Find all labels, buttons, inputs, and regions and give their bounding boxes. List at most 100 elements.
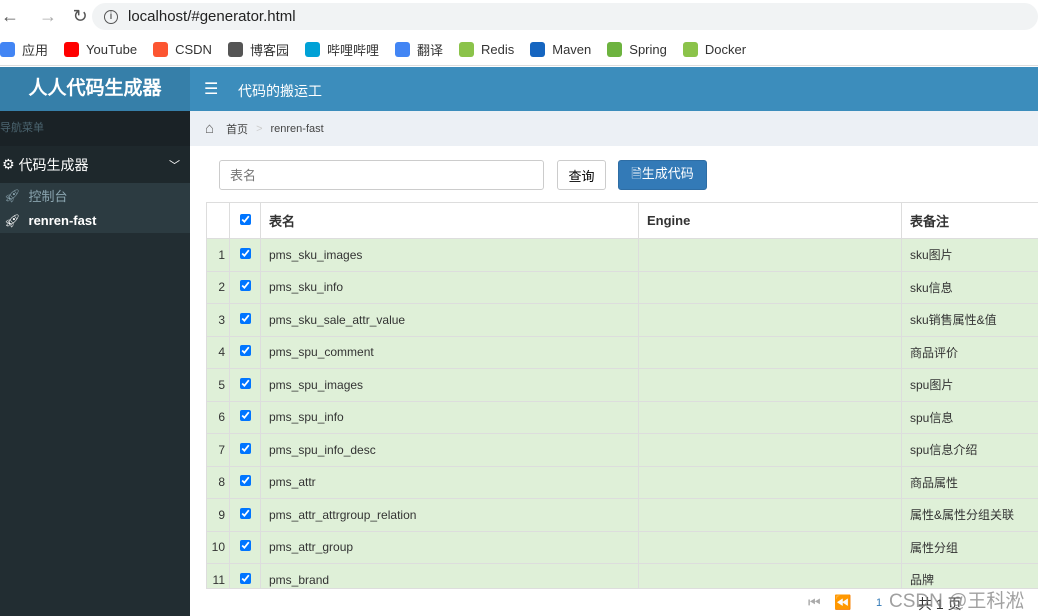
row-number: 2 — [206, 270, 230, 304]
row-number: 1 — [206, 238, 230, 272]
table-row[interactable]: 7 pms_spu_info_desc spu信息介绍 — [206, 433, 1038, 467]
comment-cell: 属性&属性分组关联 — [901, 498, 1038, 532]
gear-icon: ⚙ — [2, 156, 15, 172]
row-select-cell — [229, 303, 261, 337]
table-row[interactable]: 2 pms_sku_info sku信息 — [206, 270, 1038, 304]
table-row[interactable]: 10 pms_attr_group 属性分组 — [206, 530, 1038, 564]
row-checkbox[interactable] — [239, 507, 251, 519]
generate-code-button[interactable]: 🗎生成代码 — [618, 160, 707, 190]
bookmark-label: 应用 — [22, 42, 49, 58]
breadcrumb-home[interactable]: 首页 — [226, 121, 248, 137]
breadcrumb: ⌂ 首页 > renren-fast — [190, 111, 1038, 146]
bookmark-7[interactable]: Maven — [530, 41, 592, 57]
home-icon: ⌂ — [205, 120, 215, 137]
comment-cell: 商品属性 — [901, 465, 1038, 499]
row-checkbox[interactable] — [239, 540, 251, 552]
engine-cell — [638, 498, 902, 532]
bookmark-label: 翻译 — [416, 42, 443, 58]
csdn-icon — [153, 41, 169, 57]
menu-label: 代码生成器 — [18, 156, 89, 173]
table-name-cell: pms_spu_info_desc — [260, 433, 639, 467]
top-header: 人人代码生成器 ☰ 代码的搬运工 — [0, 67, 1038, 111]
row-checkbox[interactable] — [239, 572, 251, 584]
row-number: 6 — [206, 400, 230, 434]
bookmark-8[interactable]: Spring — [607, 41, 667, 57]
bookmark-0[interactable]: 应用 — [0, 40, 48, 59]
apps-grid-icon — [0, 41, 15, 57]
logo[interactable]: 人人代码生成器 — [0, 67, 190, 111]
back-icon[interactable]: ← — [0, 6, 20, 27]
row-checkbox[interactable] — [239, 345, 251, 357]
bookmark-label: Docker — [704, 41, 747, 57]
page-number-input[interactable]: 1 — [876, 597, 882, 609]
engine-cell — [638, 433, 902, 467]
address-bar[interactable]: i localhost/#generator.html — [92, 3, 1038, 30]
table-name-input[interactable] — [219, 160, 544, 190]
bookmark-9[interactable]: Docker — [682, 41, 747, 57]
row-select-cell — [229, 465, 261, 499]
table-row[interactable]: 6 pms_spu_info spu信息 — [206, 400, 1038, 434]
bookmark-2[interactable]: CSDN — [153, 41, 212, 57]
bookmark-label: 哔哩哔哩 — [326, 42, 379, 58]
bookmark-label: Redis — [481, 41, 515, 57]
table-row[interactable]: 3 pms_sku_sale_attr_value sku销售属性&值 — [206, 303, 1038, 337]
reload-icon[interactable]: ↻ — [70, 6, 90, 27]
row-select-cell — [229, 270, 261, 304]
breadcrumb-current: renren-fast — [270, 122, 324, 135]
first-page-icon[interactable]: ⏮ — [808, 594, 821, 611]
row-select-cell — [229, 530, 261, 564]
column-header-engine[interactable]: Engine — [638, 202, 902, 239]
row-checkbox[interactable] — [239, 280, 251, 292]
select-all-checkbox[interactable] — [239, 214, 251, 225]
query-button[interactable]: 查询 — [557, 160, 606, 190]
engine-cell — [638, 465, 902, 499]
bookmark-label: 博客园 — [249, 42, 289, 58]
row-checkbox[interactable] — [239, 247, 251, 259]
bookmark-3[interactable]: 博客园 — [227, 40, 289, 59]
comment-cell: 属性分组 — [901, 530, 1038, 564]
column-header-name[interactable]: 表名 — [260, 202, 639, 239]
bookmark-1[interactable]: YouTube — [64, 41, 137, 57]
row-checkbox[interactable] — [239, 410, 251, 422]
row-number: 9 — [206, 498, 230, 532]
bookmark-label: Maven — [552, 41, 592, 57]
table-row[interactable]: 5 pms_spu_images spu图片 — [206, 368, 1038, 402]
sidebar: 导航菜单 ⚙ 代码生成器 ﹀ 🚀︎ 控制台 🚀︎ renren-fast — [0, 111, 190, 616]
nav-header: 导航菜单 — [0, 111, 190, 145]
row-select-cell — [229, 368, 261, 402]
row-checkbox[interactable] — [239, 377, 251, 389]
bookmark-5[interactable]: 翻译 — [394, 40, 443, 59]
engine-cell — [638, 270, 902, 304]
column-header-comment[interactable]: 表备注 — [901, 202, 1038, 239]
bilibili-icon — [304, 41, 320, 57]
menu-toggle-icon[interactable]: ☰ — [204, 79, 218, 99]
sidebar-menu-generator[interactable]: ⚙ 代码生成器 ﹀ — [0, 145, 190, 183]
table-name-cell: pms_spu_images — [260, 368, 639, 402]
chevron-down-icon: ﹀ — [169, 159, 180, 172]
row-checkbox[interactable] — [239, 312, 251, 324]
row-checkbox[interactable] — [239, 442, 251, 454]
table-name-cell: pms_sku_info — [260, 270, 639, 304]
forward-icon[interactable]: → — [38, 6, 58, 27]
row-checkbox[interactable] — [239, 475, 251, 487]
bookmark-6[interactable]: Redis — [459, 41, 515, 57]
maven-icon — [530, 41, 546, 57]
spring-icon — [607, 41, 623, 57]
table-name-cell: pms_spu_info — [260, 400, 639, 434]
item-label: 控制台 — [28, 189, 68, 204]
site-icon — [459, 41, 474, 57]
sidebar-item-renren-fast[interactable]: 🚀︎ renren-fast — [0, 208, 190, 233]
engine-cell — [638, 238, 902, 272]
sidebar-item-console[interactable]: 🚀︎ 控制台 — [0, 183, 190, 208]
table-row[interactable]: 8 pms_attr 商品属性 — [206, 465, 1038, 499]
comment-cell: 商品评价 — [901, 335, 1038, 369]
bookmark-label: Spring — [629, 41, 667, 57]
engine-cell — [638, 400, 902, 434]
table-row[interactable]: 9 pms_attr_attrgroup_relation 属性&属性分组关联 — [206, 498, 1038, 532]
info-icon[interactable]: i — [104, 9, 118, 24]
prev-page-icon[interactable]: ⏪ — [834, 594, 851, 611]
table-row[interactable]: 1 pms_sku_images sku图片 — [206, 238, 1038, 272]
table-row[interactable]: 4 pms_spu_comment 商品评价 — [206, 335, 1038, 369]
bookmark-4[interactable]: 哔哩哔哩 — [304, 40, 379, 59]
table-name-cell: pms_spu_comment — [260, 335, 639, 369]
